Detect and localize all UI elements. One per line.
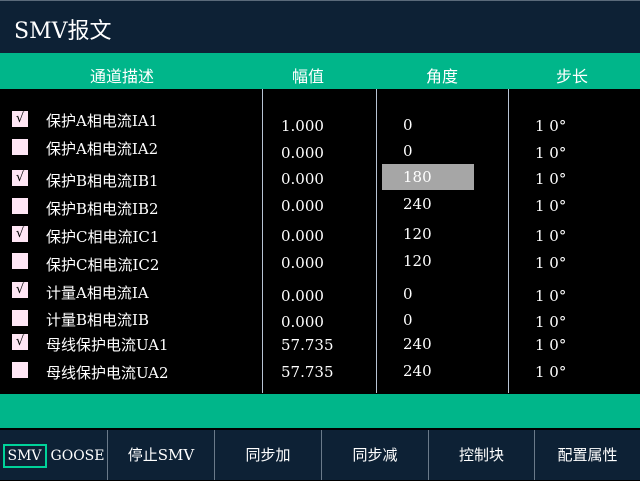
channel-desc: 保护C相电流IC2 <box>46 256 160 274</box>
function-key-bar: SMV GOOSE 停止SMV 同步加 同步减 控制块 配置属性 <box>0 430 640 480</box>
channel-angle[interactable]: 120 <box>403 252 432 270</box>
table-header: 通道描述 幅值 角度 步长 <box>0 53 640 89</box>
channel-angle[interactable]: 0 <box>403 142 413 160</box>
sync-subtract-button[interactable]: 同步减 <box>321 430 428 480</box>
channel-desc: 保护A相电流IA2 <box>46 140 159 158</box>
channel-step[interactable]: 1 0° <box>535 336 566 354</box>
channel-amplitude[interactable]: 57.735 <box>281 336 334 354</box>
channel-desc: 计量A相电流IA <box>46 284 149 302</box>
channel-amplitude[interactable]: 0.000 <box>281 197 324 215</box>
channel-angle[interactable]: 0 <box>403 285 413 303</box>
column-header-desc: 通道描述 <box>90 67 155 86</box>
table-row[interactable]: 计量B相电流IB 0.000 0 1 0° <box>0 307 640 333</box>
channel-checkbox[interactable] <box>12 198 28 214</box>
channel-angle[interactable]: 240 <box>403 195 432 213</box>
channel-step[interactable]: 1 0° <box>535 363 566 381</box>
page-title: SMV报文 <box>14 19 112 44</box>
channel-amplitude[interactable]: 0.000 <box>281 170 324 188</box>
channel-step[interactable]: 1 0° <box>535 227 566 245</box>
channel-desc: 保护B相电流IB2 <box>46 200 159 218</box>
sync-add-button[interactable]: 同步加 <box>214 430 321 480</box>
channel-desc: 保护C相电流IC1 <box>46 228 160 246</box>
table-row[interactable]: √ 母线保护电流UA1 57.735 240 1 0° <box>0 332 640 358</box>
channel-desc: 母线保护电流UA1 <box>46 336 169 354</box>
table-row[interactable]: √ 计量A相电流IA 0.000 0 1 0° <box>0 280 640 306</box>
smv-option[interactable]: SMV <box>2 444 47 468</box>
table-row[interactable]: 保护C相电流IC2 0.000 120 1 0° <box>0 250 640 276</box>
column-header-angle: 角度 <box>426 67 459 86</box>
column-header-amplitude: 幅值 <box>292 67 325 86</box>
table-row[interactable]: √ 保护A相电流IA1 1.000 0 1 0° <box>0 107 640 135</box>
table-row[interactable]: 保护B相电流IB2 0.000 240 1 0° <box>0 192 640 218</box>
channel-angle[interactable]: 180 <box>403 168 432 186</box>
status-strip <box>0 394 640 428</box>
channel-step[interactable]: 1 0° <box>535 197 566 215</box>
channel-angle[interactable]: 0 <box>403 311 413 329</box>
title-bar: SMV报文 <box>0 0 640 53</box>
channel-checkbox[interactable] <box>12 310 28 326</box>
channel-step[interactable]: 1 0° <box>535 287 566 305</box>
channel-amplitude[interactable]: 0.000 <box>281 313 324 331</box>
channel-checkbox[interactable]: √ <box>12 226 28 242</box>
channel-checkbox[interactable]: √ <box>12 334 28 350</box>
channel-checkbox[interactable] <box>12 139 28 155</box>
channel-step[interactable]: 1 0° <box>535 144 566 162</box>
channel-amplitude[interactable]: 0.000 <box>281 227 324 245</box>
channel-step[interactable]: 1 0° <box>535 313 566 331</box>
goose-option[interactable]: GOOSE <box>51 448 105 464</box>
channel-amplitude[interactable]: 0.000 <box>281 287 324 305</box>
column-header-step: 步长 <box>556 67 589 86</box>
channel-desc: 保护A相电流IA1 <box>46 112 159 130</box>
table-row[interactable]: √ 保护C相电流IC1 0.000 120 1 0° <box>0 222 640 248</box>
channel-angle[interactable]: 120 <box>403 225 432 243</box>
channel-amplitude[interactable]: 57.735 <box>281 363 334 381</box>
channel-desc: 保护B相电流IB1 <box>46 172 159 190</box>
channel-checkbox[interactable]: √ <box>12 282 28 298</box>
channel-angle[interactable]: 240 <box>403 362 432 380</box>
channel-amplitude[interactable]: 0.000 <box>281 144 324 162</box>
channel-checkbox[interactable]: √ <box>12 111 28 127</box>
table-row[interactable]: √ 保护B相电流IB1 0.000 180 1 0° <box>0 163 640 190</box>
smv-goose-toggle[interactable]: SMV GOOSE <box>0 430 107 480</box>
channel-angle[interactable]: 240 <box>403 335 432 353</box>
channel-checkbox[interactable]: √ <box>12 170 28 186</box>
channel-step[interactable]: 1 0° <box>535 170 566 188</box>
channel-angle[interactable]: 0 <box>403 116 413 134</box>
stop-smv-button[interactable]: 停止SMV <box>107 430 214 480</box>
channel-amplitude[interactable]: 1.000 <box>281 117 324 135</box>
channel-checkbox[interactable] <box>12 253 28 269</box>
channel-amplitude[interactable]: 0.000 <box>281 254 324 272</box>
table-row[interactable]: 保护A相电流IA2 0.000 0 1 0° <box>0 136 640 162</box>
control-block-button[interactable]: 控制块 <box>428 430 534 480</box>
config-properties-button[interactable]: 配置属性 <box>534 430 640 480</box>
channel-desc: 母线保护电流UA2 <box>46 364 169 382</box>
channel-checkbox[interactable] <box>12 362 28 378</box>
table-row[interactable]: 母线保护电流UA2 57.735 240 1 0° <box>0 359 640 385</box>
channel-desc: 计量B相电流IB <box>46 311 149 329</box>
channel-step[interactable]: 1 0° <box>535 254 566 272</box>
channel-step[interactable]: 1 0° <box>535 117 566 135</box>
